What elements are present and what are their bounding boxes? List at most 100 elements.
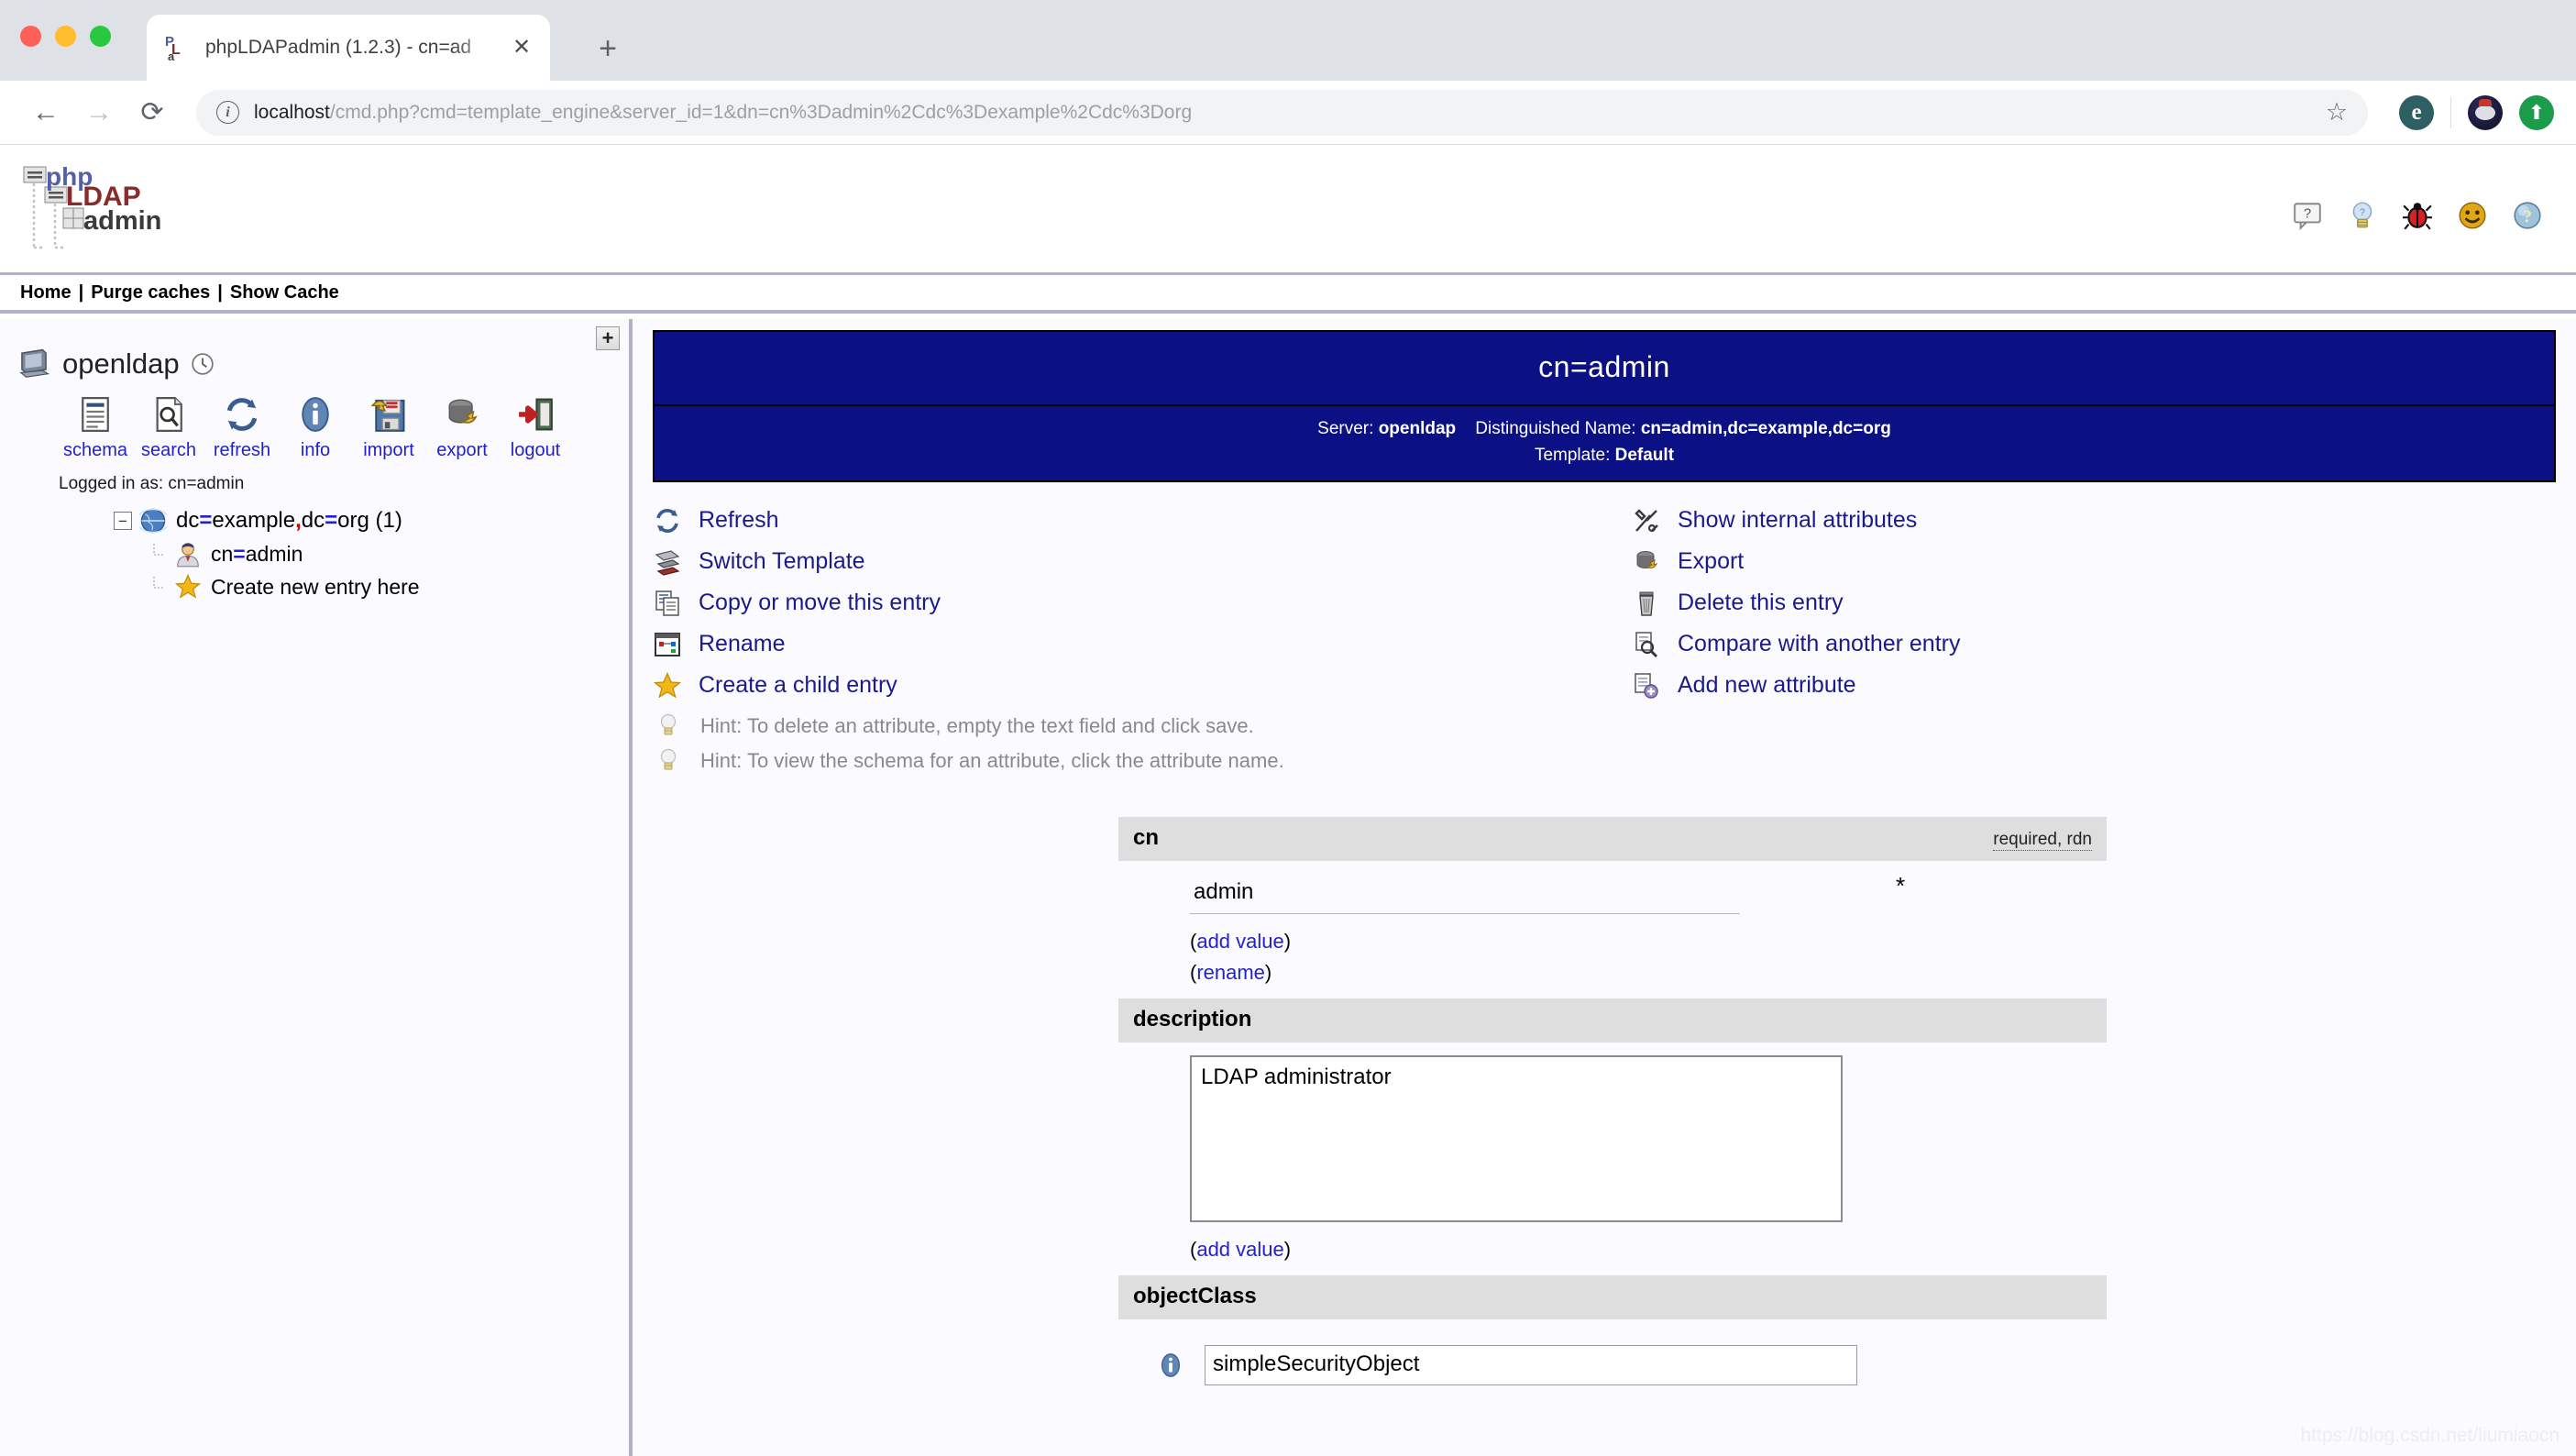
sidebar-tool-export[interactable]: export — [425, 394, 499, 461]
description-textarea[interactable] — [1190, 1054, 1843, 1222]
nav-home-link[interactable]: Home — [20, 282, 72, 303]
extension-icon[interactable]: e — [2399, 94, 2434, 130]
minimize-window-button[interactable] — [55, 26, 76, 47]
nav-show-cache-link[interactable]: Show Cache — [230, 282, 339, 303]
clock-icon — [191, 353, 214, 375]
bug-icon[interactable] — [2402, 200, 2433, 231]
watermark: https://blog.csdn.net/liumiaocn — [2300, 1425, 2560, 1446]
action-rename[interactable]: Rename — [653, 630, 1604, 659]
star-icon — [653, 671, 682, 699]
objectclass-value-row — [1118, 1344, 2107, 1385]
add-attribute-icon — [1635, 673, 1658, 699]
attribute-name-cn[interactable]: cn — [1133, 825, 1159, 851]
svg-text:admin: admin — [83, 206, 161, 236]
lightbulb-icon[interactable]: ? — [2347, 200, 2378, 231]
action-delete-entry[interactable]: Delete this entry — [1632, 589, 2556, 618]
new-tab-button[interactable]: + — [587, 28, 629, 70]
star-icon — [174, 573, 202, 599]
action-switch-template-label: Switch Template — [699, 548, 865, 575]
tools-icon — [1635, 509, 1658, 532]
expand-tree-button[interactable]: + — [596, 326, 620, 350]
attribute-name-description[interactable]: description — [1133, 1007, 1251, 1032]
address-bar[interactable]: i localhost/cmd.php?cmd=template_engine&… — [196, 89, 2368, 136]
sidebar-tool-logout-label: logout — [510, 440, 561, 460]
help-balloon-icon[interactable]: ? — [2292, 200, 2323, 231]
action-compare-entry[interactable]: Compare with another entry — [1632, 630, 2556, 659]
page-viewport: php LDAP admin ? ? ? Home | Purge caches… — [0, 145, 2576, 1456]
collapse-node-icon[interactable]: − — [114, 512, 132, 530]
svg-text:?: ? — [2304, 207, 2311, 222]
sidebar-tool-import-label: import — [363, 440, 414, 460]
copy-move-icon — [655, 590, 679, 616]
cn-sub-links: (add value) (rename) — [1118, 927, 2107, 987]
server-name[interactable]: openldap — [62, 347, 180, 381]
tree-node-root[interactable]: − dc=example,dc=org (1) — [114, 507, 629, 535]
smiley-icon[interactable] — [2457, 200, 2488, 231]
sidebar-tool-search-label: search — [140, 440, 197, 460]
attribute-name-objectclass[interactable]: objectClass — [1133, 1284, 1257, 1309]
cn-add-value-link[interactable]: add value — [1196, 930, 1283, 953]
compare-icon — [1635, 632, 1657, 657]
export-db-icon — [448, 399, 478, 424]
cn-value-input[interactable] — [1190, 873, 1740, 914]
action-add-new-attribute[interactable]: Add new attribute — [1632, 671, 2556, 700]
reload-icon[interactable]: ⟳ — [128, 89, 176, 137]
browser-toolbar: ← → ⟳ i localhost/cmd.php?cmd=template_e… — [0, 81, 2576, 145]
tree-branch-end-icon — [153, 577, 165, 589]
lightbulb-icon — [660, 748, 677, 770]
tree-node-create-entry-label: Create new entry here — [211, 574, 420, 599]
action-export[interactable]: Export — [1632, 547, 2556, 577]
tree-node-cn-admin-label: cn=admin — [211, 541, 303, 566]
import-floppy-icon — [370, 399, 405, 432]
action-copy-move[interactable]: Copy or move this entry — [653, 589, 1604, 618]
objectclass-value-input[interactable] — [1205, 1344, 1857, 1385]
action-create-child-entry[interactable]: Create a child entry — [653, 671, 1604, 700]
site-info-icon[interactable]: i — [216, 101, 239, 124]
sidebar-tool-import[interactable]: import — [352, 394, 425, 461]
forward-icon[interactable]: → — [75, 89, 123, 137]
back-icon[interactable]: ← — [22, 89, 70, 137]
user-icon — [177, 543, 199, 568]
action-compare-entry-label: Compare with another entry — [1678, 631, 1961, 657]
sidebar-tool-logout[interactable]: logout — [499, 394, 572, 461]
sidebar-tool-info[interactable]: info — [279, 394, 352, 461]
url-path: /cmd.php?cmd=template_engine&server_id=1… — [329, 101, 1193, 123]
breadcrumb: Home | Purge caches | Show Cache — [0, 275, 2576, 314]
rename-icon — [655, 632, 680, 656]
action-refresh[interactable]: Refresh — [653, 506, 1604, 535]
server-value: openldap — [1378, 419, 1457, 438]
hint-delete-attribute: Hint: To delete an attribute, empty the … — [653, 712, 1604, 740]
close-tab-icon[interactable]: ✕ — [506, 32, 537, 63]
svg-text:?: ? — [2523, 206, 2532, 226]
bookmark-star-icon[interactable]: ☆ — [2317, 93, 2357, 133]
action-switch-template[interactable]: Switch Template — [653, 547, 1604, 577]
attribute-body-cn: * (add value) (rename) — [1118, 861, 2107, 998]
update-arrow-icon[interactable]: ⬆ — [2519, 94, 2554, 130]
entry-title: cn=admin — [653, 330, 2556, 406]
sidebar-tool-search[interactable]: search — [132, 394, 205, 461]
entry-meta-line2: Template: Default — [655, 442, 2554, 469]
hint-delete-attribute-label: Hint: To delete an attribute, empty the … — [700, 713, 1254, 737]
browser-tab[interactable]: PLa phpLDAPadmin (1.2.3) - cn=ad ✕ — [147, 15, 550, 81]
profile-avatar[interactable] — [2468, 94, 2503, 130]
entry-actions-left: Refresh Switch Template Copy or move thi… — [653, 506, 1604, 782]
template-value: Default — [1614, 446, 1675, 466]
action-show-internal-attributes[interactable]: Show internal attributes — [1632, 506, 2556, 535]
close-window-button[interactable] — [20, 26, 41, 47]
sidebar-tool-schema[interactable]: schema — [59, 394, 132, 461]
info-icon[interactable] — [1157, 1351, 1184, 1379]
action-show-internal-attributes-label: Show internal attributes — [1678, 507, 1918, 534]
question-globe-icon[interactable]: ? — [2512, 200, 2543, 231]
maximize-window-button[interactable] — [90, 26, 111, 47]
nav-purge-caches-link[interactable]: Purge caches — [91, 282, 210, 303]
tree-node-create-entry[interactable]: Create new entry here — [150, 573, 629, 601]
tree-node-cn-admin[interactable]: cn=admin — [150, 540, 629, 568]
sidebar: + openldap schema search refresh info im… — [0, 319, 633, 1456]
sidebar-tool-refresh[interactable]: refresh — [205, 394, 279, 461]
cn-rename-link[interactable]: rename — [1196, 961, 1265, 984]
description-add-value-link[interactable]: add value — [1196, 1238, 1283, 1261]
browser-tab-bar: PLa phpLDAPadmin (1.2.3) - cn=ad ✕ + — [0, 0, 2576, 81]
template-label: Template: — [1534, 446, 1611, 466]
action-rename-label: Rename — [699, 631, 786, 657]
sidebar-tool-info-label: info — [300, 440, 331, 460]
